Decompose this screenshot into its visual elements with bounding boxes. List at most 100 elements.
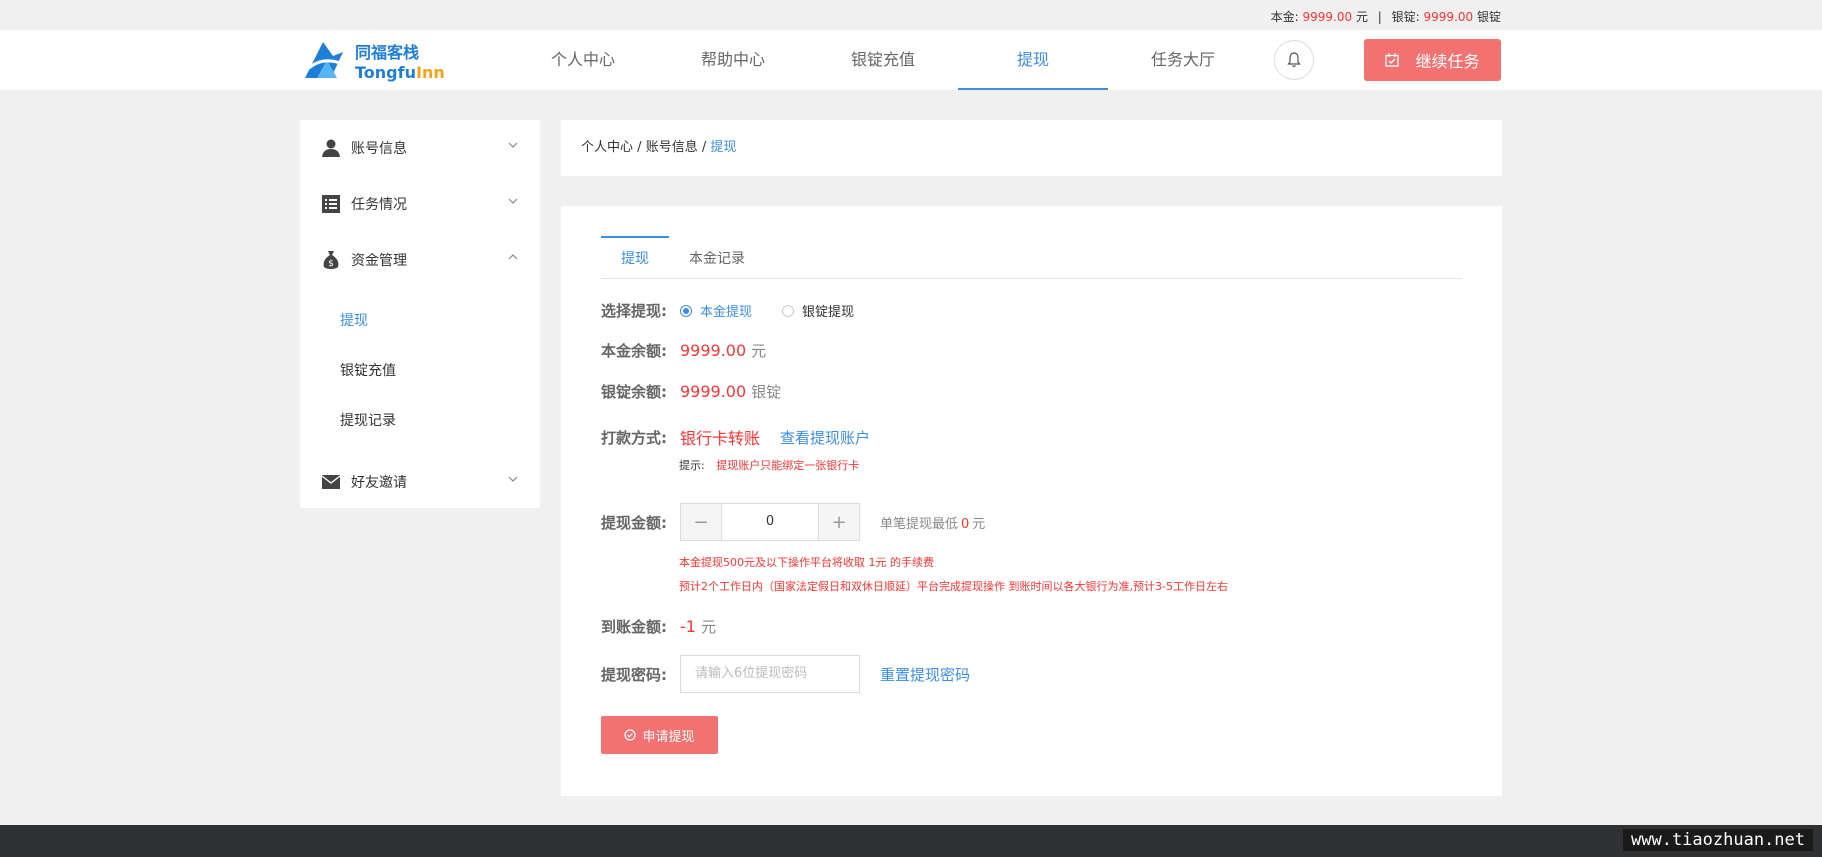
logo-en-text-1: Tongfu	[355, 63, 416, 82]
list-icon	[321, 194, 341, 214]
radio-principal-withdraw[interactable]: 本金提现	[680, 301, 752, 320]
fund-submenu: 提现 银锭充值 提现记录	[300, 288, 540, 454]
increment-button[interactable]: +	[818, 504, 859, 540]
principal-unit: 元	[1355, 10, 1368, 24]
minimum-note: 单笔提现最低 0 元	[880, 513, 985, 532]
withdraw-panel: 提现 本金记录 选择提现: 本金提现 银锭提现 本金余额: 9999.00 元 …	[561, 206, 1502, 796]
sidebar-subitem-ingot-recharge[interactable]: 银锭充值	[300, 346, 540, 396]
arrival-amount-row: 到账金额: -1 元	[601, 616, 716, 637]
sidebar-item-label: 账号信息	[351, 141, 407, 157]
principal-balance-label: 本金余额:	[601, 342, 667, 360]
principal-balance-row: 本金余额: 9999.00 元	[601, 340, 766, 361]
account-hint: 提示: 提现账户只能绑定一张银行卡	[679, 457, 859, 473]
breadcrumb-current: 提现	[710, 140, 737, 155]
logo-mark-icon: 同福客栈 Tongfu Inn	[305, 42, 445, 82]
nav-withdraw[interactable]: 提现	[958, 30, 1108, 90]
fee-notice: 本金提现500元及以下操作平台将收取 1元 的手续费	[679, 556, 934, 569]
sidebar-item-fund-management[interactable]: $ 资金管理	[300, 232, 540, 288]
radio-dot	[680, 304, 692, 317]
apply-withdraw-label: 申请提现	[642, 729, 695, 745]
sidebar-item-label: 好友邀请	[351, 475, 407, 491]
tab-principal-records[interactable]: 本金记录	[669, 236, 765, 278]
decrement-button[interactable]: −	[681, 504, 722, 540]
arrival-amount-unit: 元	[700, 618, 716, 636]
continue-task-button[interactable]: 继续任务	[1364, 39, 1501, 81]
arrival-amount-label: 到账金额:	[601, 618, 667, 636]
ingot-balance-label: 银锭余额:	[601, 383, 667, 401]
withdraw-type-label: 选择提现:	[601, 302, 667, 320]
check-circle-icon	[624, 729, 637, 741]
arrival-amount-value: -1	[680, 617, 696, 636]
logo-cn-text: 同福客栈	[355, 43, 419, 62]
sidebar: 账号信息 任务情况 $ 资金管理 提现 银锭充值 提现记录 好友邀请	[300, 120, 540, 508]
minimum-note-unit: 元	[972, 516, 986, 532]
payment-method-row: 打款方式: 银行卡转账 查看提现账户	[601, 425, 870, 449]
password-row: 提现密码: 请输入6位提现密码 重置提现密码	[601, 655, 970, 693]
chevron-down-icon	[508, 476, 518, 482]
hint-key: 提示:	[679, 459, 705, 472]
ingot-balance-unit: 银锭	[751, 383, 782, 401]
bell-icon	[1287, 52, 1301, 68]
money-bag-icon: $	[321, 250, 341, 270]
sidebar-subitem-withdraw-records[interactable]: 提现记录	[300, 396, 540, 446]
nav-help-center[interactable]: 帮助中心	[658, 30, 808, 90]
nav-personal-center[interactable]: 个人中心	[508, 30, 658, 90]
principal-label: 本金:	[1270, 10, 1299, 24]
ingot-value: 9999.00	[1423, 10, 1474, 24]
nav-ingot-recharge[interactable]: 银锭充值	[808, 30, 958, 90]
logo[interactable]: 同福客栈 Tongfu Inn	[303, 38, 453, 82]
watermark: www.tiaozhuan.net	[1623, 829, 1813, 851]
chevron-down-icon	[508, 198, 518, 204]
password-label: 提现密码:	[601, 665, 667, 684]
sidebar-item-account-info[interactable]: 账号信息	[300, 120, 540, 176]
principal-balance-value: 9999.00	[680, 341, 747, 360]
minimum-note-prefix: 单笔提现最低	[880, 516, 959, 532]
user-icon	[321, 138, 341, 158]
sidebar-item-task-status[interactable]: 任务情况	[300, 176, 540, 232]
breadcrumb: 个人中心 / 账号信息 / 提现	[561, 120, 1502, 176]
breadcrumb-personal-center[interactable]: 个人中心	[581, 140, 633, 155]
notification-button[interactable]	[1274, 40, 1314, 80]
payment-method-value: 银行卡转账	[680, 429, 761, 448]
amount-input[interactable]: 0	[722, 504, 818, 540]
sidebar-item-label: 资金管理	[351, 253, 407, 269]
minimum-note-value: 0	[961, 516, 970, 532]
view-account-link[interactable]: 查看提现账户	[780, 427, 870, 448]
tab-withdraw[interactable]: 提现	[601, 236, 669, 278]
svg-text:$: $	[328, 259, 334, 269]
envelope-icon	[321, 472, 341, 492]
sidebar-subitem-withdraw[interactable]: 提现	[300, 296, 540, 346]
hint-value: 提现账户只能绑定一张银行卡	[716, 459, 860, 472]
breadcrumb-account-info[interactable]: 账号信息	[646, 140, 698, 155]
amount-stepper: − 0 +	[680, 503, 860, 541]
ingot-unit: 银锭	[1476, 10, 1501, 24]
withdraw-type-row: 选择提现: 本金提现 银锭提现	[601, 300, 884, 321]
principal-balance-unit: 元	[751, 342, 767, 360]
calendar-check-icon	[1385, 53, 1400, 67]
header: 同福客栈 Tongfu Inn 个人中心 帮助中心 银锭充值 提现 任务大厅 继…	[0, 30, 1822, 90]
nav-task-hall[interactable]: 任务大厅	[1108, 30, 1258, 90]
footer	[0, 825, 1822, 857]
separator: |	[1377, 10, 1382, 24]
radio-label: 银锭提现	[802, 305, 855, 320]
sidebar-item-label: 任务情况	[351, 197, 407, 213]
main-nav: 个人中心 帮助中心 银锭充值 提现 任务大厅	[508, 30, 1258, 90]
ingot-balance-row: 银锭余额: 9999.00 银锭	[601, 381, 781, 402]
amount-label: 提现金额:	[601, 513, 667, 532]
reset-password-link[interactable]: 重置提现密码	[880, 664, 970, 685]
radio-ingot-withdraw[interactable]: 银锭提现	[782, 301, 854, 320]
chevron-down-icon	[508, 142, 518, 148]
sidebar-item-friend-invite[interactable]: 好友邀请	[300, 454, 540, 510]
password-input[interactable]: 请输入6位提现密码	[680, 655, 860, 693]
timing-notice: 预计2个工作日内（国家法定假日和双休日顺延）平台完成提现操作 到账时间以各大银行…	[679, 580, 1228, 593]
continue-task-label: 继续任务	[1415, 52, 1480, 71]
radio-label: 本金提现	[700, 305, 753, 320]
radio-dot	[782, 304, 795, 317]
payment-method-label: 打款方式:	[601, 428, 667, 447]
apply-withdraw-button[interactable]: 申请提现	[601, 716, 718, 754]
amount-row: 提现金额: − 0 + 单笔提现最低 0 元	[601, 503, 985, 541]
balance-summary: 本金: 9999.00 元 | 银锭: 9999.00 银锭	[1271, 8, 1501, 25]
logo-en-text-2: Inn	[416, 63, 445, 82]
breadcrumb-separator: /	[701, 140, 707, 155]
tab-bar: 提现 本金记录	[601, 236, 1462, 279]
